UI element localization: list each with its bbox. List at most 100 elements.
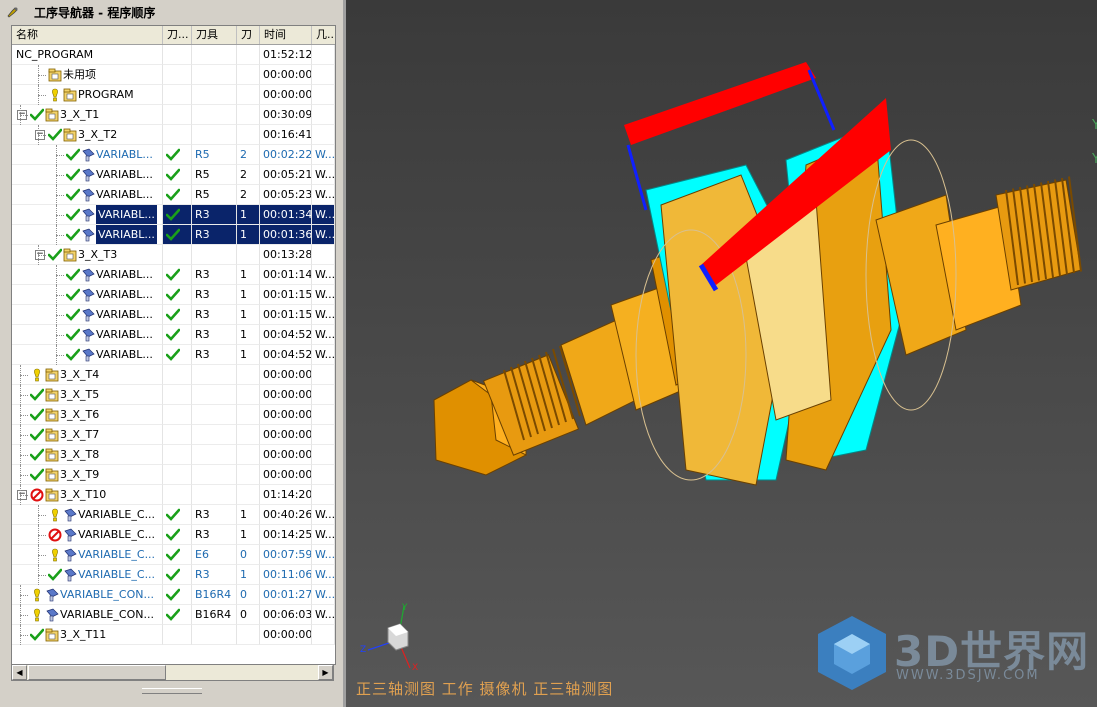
geometry-cell[interactable] xyxy=(312,445,335,465)
geometry-cell[interactable]: W... xyxy=(312,145,335,165)
table-row[interactable]: 3_X_T9 00:00:00 xyxy=(12,465,335,485)
geometry-cell[interactable] xyxy=(312,125,335,145)
time-cell[interactable]: 00:01:14 xyxy=(260,265,312,285)
graphics-viewport[interactable]: Y Y Y Z X 3D世界网 WWW.3DSJW.COM 正三轴测图 工作 摄… xyxy=(343,0,1097,707)
name-cell[interactable]: VARIABL... xyxy=(12,205,163,225)
tool-number-cell[interactable] xyxy=(237,385,260,405)
tool-number-cell[interactable]: 1 xyxy=(237,525,260,545)
name-cell[interactable]: 未用项 xyxy=(12,65,163,85)
path-status-cell[interactable] xyxy=(163,545,192,565)
tool-cell[interactable]: R3 xyxy=(192,505,237,525)
geometry-cell[interactable] xyxy=(312,105,335,125)
table-row[interactable]: VARIABLE_C... R3 1 00:14:25 W... xyxy=(12,525,335,545)
column-header-path-status[interactable]: 刀... xyxy=(163,26,192,44)
path-status-cell[interactable] xyxy=(163,45,192,65)
column-header-geometry[interactable]: 几... xyxy=(312,26,335,44)
tool-cell[interactable]: R3 xyxy=(192,325,237,345)
path-status-cell[interactable] xyxy=(163,205,192,225)
time-cell[interactable]: 00:00:00 xyxy=(260,405,312,425)
path-status-cell[interactable] xyxy=(163,345,192,365)
tool-number-cell[interactable]: 1 xyxy=(237,285,260,305)
table-row[interactable]: VARIABL... R3 1 00:04:52 W... xyxy=(12,345,335,365)
table-row[interactable]: 3_X_T7 00:00:00 xyxy=(12,425,335,445)
name-cell[interactable]: VARIABL... xyxy=(12,265,163,285)
time-cell[interactable]: 00:05:21 xyxy=(260,165,312,185)
tool-cell[interactable]: R3 xyxy=(192,305,237,325)
geometry-cell[interactable]: W... xyxy=(312,605,335,625)
table-row[interactable]: 3_X_T1−00:30:09 xyxy=(12,105,335,125)
geometry-cell[interactable] xyxy=(312,365,335,385)
geometry-cell[interactable]: W... xyxy=(312,185,335,205)
table-row[interactable]: 3_X_T6 00:00:00 xyxy=(12,405,335,425)
time-cell[interactable]: 00:07:59 xyxy=(260,545,312,565)
tool-number-cell[interactable]: 1 xyxy=(237,325,260,345)
table-row[interactable]: VARIABLE_CON... B16R4 0 00:01:27 W... xyxy=(12,585,335,605)
scroll-left-icon[interactable]: ◀ xyxy=(12,665,27,680)
tool-number-cell[interactable] xyxy=(237,85,260,105)
geometry-cell[interactable] xyxy=(312,65,335,85)
time-cell[interactable]: 00:00:00 xyxy=(260,465,312,485)
tool-cell[interactable]: R3 xyxy=(192,265,237,285)
name-cell[interactable]: 3_X_T8 xyxy=(12,445,163,465)
geometry-cell[interactable]: W... xyxy=(312,165,335,185)
table-row[interactable]: VARIABL... R3 1 00:04:52 W... xyxy=(12,325,335,345)
tool-number-cell[interactable]: 1 xyxy=(237,225,260,245)
time-cell[interactable]: 00:40:26 xyxy=(260,505,312,525)
table-row[interactable]: VARIABLE_CON... B16R4 0 00:06:03 W... xyxy=(12,605,335,625)
path-status-cell[interactable] xyxy=(163,285,192,305)
tool-number-cell[interactable]: 0 xyxy=(237,585,260,605)
tool-cell[interactable] xyxy=(192,385,237,405)
path-status-cell[interactable] xyxy=(163,565,192,585)
time-cell[interactable]: 00:11:06 xyxy=(260,565,312,585)
name-cell[interactable]: VARIABL... xyxy=(12,165,163,185)
table-row[interactable]: 3_X_T5 00:00:00 xyxy=(12,385,335,405)
name-cell[interactable]: 3_X_T9 xyxy=(12,465,163,485)
table-row[interactable]: VARIABLE_C... R3 1 00:40:26 W... xyxy=(12,505,335,525)
tool-cell[interactable]: R3 xyxy=(192,565,237,585)
time-cell[interactable]: 00:00:00 xyxy=(260,385,312,405)
tool-number-cell[interactable] xyxy=(237,245,260,265)
tool-number-cell[interactable] xyxy=(237,105,260,125)
path-status-cell[interactable] xyxy=(163,185,192,205)
tool-cell[interactable]: R5 xyxy=(192,165,237,185)
scroll-right-icon[interactable]: ▶ xyxy=(318,665,333,680)
tool-cell[interactable]: R3 xyxy=(192,525,237,545)
time-cell[interactable]: 01:52:12 xyxy=(260,45,312,65)
time-cell[interactable]: 00:14:25 xyxy=(260,525,312,545)
geometry-cell[interactable] xyxy=(312,465,335,485)
tool-number-cell[interactable]: 0 xyxy=(237,545,260,565)
geometry-cell[interactable]: W... xyxy=(312,205,335,225)
time-cell[interactable]: 00:02:22 xyxy=(260,145,312,165)
tool-number-cell[interactable]: 2 xyxy=(237,185,260,205)
tool-number-cell[interactable] xyxy=(237,445,260,465)
tool-cell[interactable] xyxy=(192,105,237,125)
table-row[interactable]: PROGRAM 00:00:00 xyxy=(12,85,335,105)
time-cell[interactable]: 00:04:52 xyxy=(260,345,312,365)
tool-number-cell[interactable]: 2 xyxy=(237,165,260,185)
geometry-cell[interactable] xyxy=(312,485,335,505)
table-row[interactable]: VARIABLE_C... E6 0 00:07:59 W... xyxy=(12,545,335,565)
table-row[interactable]: VARIABL... R5 2 00:02:22 W... xyxy=(12,145,335,165)
tool-number-cell[interactable]: 2 xyxy=(237,145,260,165)
column-header-time[interactable]: 时间 xyxy=(260,26,312,44)
column-header-tool-number[interactable]: 刀 xyxy=(237,26,260,44)
time-cell[interactable]: 00:04:52 xyxy=(260,325,312,345)
tool-number-cell[interactable] xyxy=(237,625,260,645)
tool-cell[interactable] xyxy=(192,405,237,425)
name-cell[interactable]: 3_X_T6 xyxy=(12,405,163,425)
geometry-cell[interactable]: W... xyxy=(312,585,335,605)
name-cell[interactable]: VARIABLE_C... xyxy=(12,565,163,585)
panel-splitter-grip[interactable] xyxy=(142,688,202,694)
geometry-cell[interactable] xyxy=(312,625,335,645)
tool-number-cell[interactable]: 1 xyxy=(237,305,260,325)
path-status-cell[interactable] xyxy=(163,445,192,465)
name-cell[interactable]: 3_X_T7 xyxy=(12,425,163,445)
tool-cell[interactable]: E6 xyxy=(192,545,237,565)
tool-number-cell[interactable] xyxy=(237,425,260,445)
tool-cell[interactable]: R3 xyxy=(192,285,237,305)
geometry-cell[interactable]: W... xyxy=(312,505,335,525)
time-cell[interactable]: 00:00:00 xyxy=(260,625,312,645)
path-status-cell[interactable] xyxy=(163,105,192,125)
tool-number-cell[interactable] xyxy=(237,405,260,425)
time-cell[interactable]: 00:01:15 xyxy=(260,305,312,325)
